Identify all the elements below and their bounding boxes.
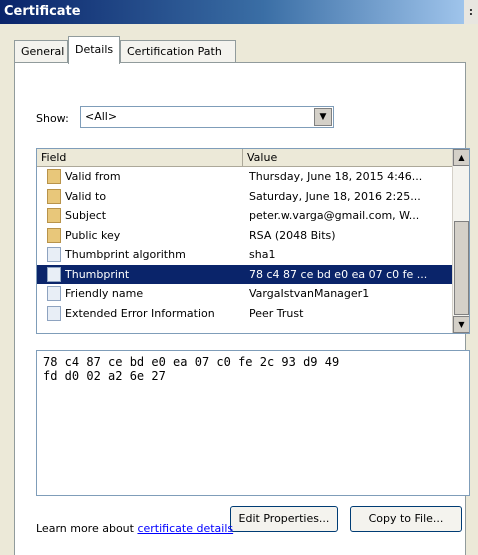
row-field: Thumbprint	[65, 267, 130, 281]
row-field: Friendly name	[65, 287, 144, 300]
property-icon	[47, 266, 61, 282]
list-header: Field Value	[37, 149, 453, 167]
certificate-details-link[interactable]: certificate details	[137, 522, 233, 535]
row-value: Thursday, June 18, 2015 4:46...	[249, 170, 423, 183]
row-value: 78 c4 87 ce bd e0 ea 07 c0 fe ...	[249, 267, 428, 281]
list-row[interactable]: Valid from Thursday, June 18, 2015 4:46..…	[37, 167, 453, 187]
row-field: Valid from	[65, 170, 121, 183]
list-row[interactable]: Friendly name VargaIstvanManager1	[37, 284, 453, 304]
list-rows: Valid from Thursday, June 18, 2015 4:46..…	[37, 167, 453, 323]
scrollbar-thumb[interactable]	[454, 221, 469, 315]
column-header-value[interactable]: Value	[243, 149, 453, 167]
row-value: peter.w.varga@gmail.com, W...	[249, 209, 420, 222]
list-row[interactable]: Thumbprint 78 c4 87 ce bd e0 ea 07 c0 fe …	[37, 264, 453, 284]
row-field: Subject	[65, 209, 107, 222]
list-row[interactable]: Valid to Saturday, June 18, 2016 2:25...	[37, 187, 453, 207]
row-value: VargaIstvanManager1	[249, 287, 370, 300]
fields-listview[interactable]: Field Value Valid from Thursday, June 18,…	[36, 148, 470, 334]
copy-to-file-button[interactable]: Copy to File...	[350, 506, 462, 532]
property-icon	[47, 247, 61, 262]
row-value: RSA (2048 Bits)	[249, 228, 336, 242]
scroll-down-icon[interactable]: ▼	[453, 316, 469, 333]
list-row[interactable]: Extended Error Information Peer Trust	[37, 304, 453, 324]
row-field: Valid to	[65, 189, 107, 203]
show-label: Show:	[36, 112, 69, 125]
show-dropdown[interactable]: <All> ▼	[80, 106, 334, 128]
learn-more-label: Learn more about	[36, 522, 138, 535]
cert-field-icon	[47, 169, 61, 184]
learn-more-text: Learn more about certificate details	[36, 522, 233, 535]
tab-certification-path-label: Certification Path	[127, 45, 222, 58]
property-icon	[47, 286, 61, 301]
list-row[interactable]: Public key RSA (2048 Bits)	[37, 226, 453, 246]
list-row[interactable]: Thumbprint algorithm sha1	[37, 245, 453, 265]
row-field: Public key	[65, 228, 121, 242]
row-value: sha1	[249, 248, 276, 261]
row-field: Extended Error Information	[65, 306, 215, 320]
tab-general-label: General	[21, 45, 65, 58]
field-value-textbox[interactable]: 78 c4 87 ce bd e0 ea 07 c0 fe 2c 93 d9 4…	[36, 350, 470, 496]
tab-certification-path[interactable]: Certification Path	[120, 40, 236, 63]
chevron-down-icon[interactable]: ▼	[314, 108, 332, 126]
row-field: Thumbprint algorithm	[65, 248, 186, 261]
cert-field-icon	[47, 188, 61, 204]
row-value: Saturday, June 18, 2016 2:25...	[249, 189, 421, 203]
dialog-body: General Details Certification Path Show:…	[0, 24, 478, 555]
tab-details[interactable]: Details	[68, 36, 120, 64]
cert-field-icon	[47, 208, 61, 223]
edit-properties-button[interactable]: Edit Properties...	[230, 506, 338, 532]
list-row[interactable]: Subject peter.w.varga@gmail.com, W...	[37, 206, 453, 226]
title-bar: Certificate :	[0, 0, 478, 24]
property-icon	[47, 305, 61, 321]
row-value: Peer Trust	[249, 306, 304, 320]
window-title: Certificate	[4, 4, 81, 19]
tab-general[interactable]: General	[14, 40, 68, 63]
tab-details-label: Details	[75, 43, 114, 56]
show-selected-value: <All>	[85, 110, 118, 123]
scroll-up-icon[interactable]: ▲	[453, 149, 469, 166]
cert-field-icon	[47, 227, 61, 243]
list-scrollbar[interactable]: ▲ ▼	[452, 149, 469, 333]
close-icon[interactable]: :	[464, 0, 478, 24]
column-header-field[interactable]: Field	[37, 149, 243, 167]
